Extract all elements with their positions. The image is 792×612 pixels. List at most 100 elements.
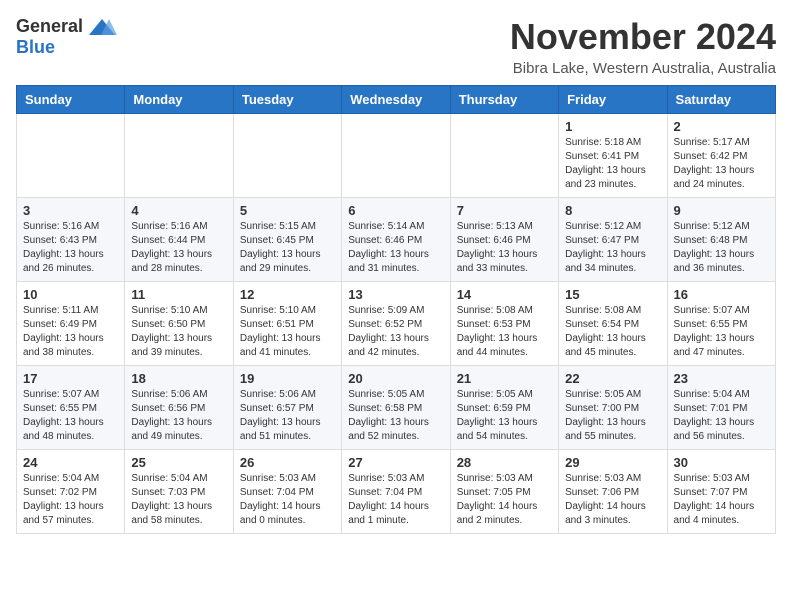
calendar-cell: 15 Sunrise: 5:08 AM Sunset: 6:54 PM Dayli… <box>559 282 667 366</box>
title-area: November 2024 Bibra Lake, Western Austra… <box>510 16 776 77</box>
calendar-cell <box>125 114 233 198</box>
day-number: 19 <box>240 371 335 386</box>
day-number: 25 <box>131 455 226 470</box>
day-number: 9 <box>674 203 769 218</box>
calendar-week-row: 1 Sunrise: 5:18 AM Sunset: 6:41 PM Daylig… <box>17 114 776 198</box>
day-number: 20 <box>348 371 443 386</box>
day-info: Sunrise: 5:03 AM Sunset: 7:05 PM Dayligh… <box>457 472 552 528</box>
day-info: Sunrise: 5:12 AM Sunset: 6:47 PM Dayligh… <box>565 220 660 276</box>
weekday-header-cell: Saturday <box>667 86 775 114</box>
day-info: Sunrise: 5:13 AM Sunset: 6:46 PM Dayligh… <box>457 220 552 276</box>
day-info: Sunrise: 5:18 AM Sunset: 6:41 PM Dayligh… <box>565 136 660 192</box>
weekday-header-cell: Friday <box>559 86 667 114</box>
calendar-cell: 25 Sunrise: 5:04 AM Sunset: 7:03 PM Dayli… <box>125 450 233 534</box>
day-info: Sunrise: 5:04 AM Sunset: 7:01 PM Dayligh… <box>674 388 769 444</box>
calendar-cell: 1 Sunrise: 5:18 AM Sunset: 6:41 PM Daylig… <box>559 114 667 198</box>
day-info: Sunrise: 5:08 AM Sunset: 6:53 PM Dayligh… <box>457 304 552 360</box>
calendar-cell: 3 Sunrise: 5:16 AM Sunset: 6:43 PM Daylig… <box>17 198 125 282</box>
logo-blue-text: Blue <box>16 37 55 58</box>
day-number: 18 <box>131 371 226 386</box>
day-info: Sunrise: 5:04 AM Sunset: 7:02 PM Dayligh… <box>23 472 118 528</box>
weekday-header-cell: Sunday <box>17 86 125 114</box>
day-number: 1 <box>565 119 660 134</box>
calendar-cell: 17Sunrise: 5:07 AM Sunset: 6:55 PM Dayli… <box>17 366 125 450</box>
weekday-header-row: SundayMondayTuesdayWednesdayThursdayFrid… <box>17 86 776 114</box>
day-number: 12 <box>240 287 335 302</box>
day-info: Sunrise: 5:05 AM Sunset: 6:59 PM Dayligh… <box>457 388 552 444</box>
day-info: Sunrise: 5:16 AM Sunset: 6:44 PM Dayligh… <box>131 220 226 276</box>
calendar-cell: 9 Sunrise: 5:12 AM Sunset: 6:48 PM Daylig… <box>667 198 775 282</box>
calendar-cell: 6Sunrise: 5:14 AM Sunset: 6:46 PM Daylig… <box>342 198 450 282</box>
calendar-week-row: 10Sunrise: 5:11 AM Sunset: 6:49 PM Dayli… <box>17 282 776 366</box>
calendar-cell: 23Sunrise: 5:04 AM Sunset: 7:01 PM Dayli… <box>667 366 775 450</box>
day-info: Sunrise: 5:05 AM Sunset: 7:00 PM Dayligh… <box>565 388 660 444</box>
calendar-cell: 4 Sunrise: 5:16 AM Sunset: 6:44 PM Daylig… <box>125 198 233 282</box>
calendar-cell: 13Sunrise: 5:09 AM Sunset: 6:52 PM Dayli… <box>342 282 450 366</box>
calendar-cell: 16 Sunrise: 5:07 AM Sunset: 6:55 PM Dayli… <box>667 282 775 366</box>
day-number: 10 <box>23 287 118 302</box>
calendar-cell: 27 Sunrise: 5:03 AM Sunset: 7:04 PM Dayli… <box>342 450 450 534</box>
weekday-header-cell: Thursday <box>450 86 558 114</box>
calendar-body: 1 Sunrise: 5:18 AM Sunset: 6:41 PM Daylig… <box>17 114 776 534</box>
calendar-cell <box>17 114 125 198</box>
day-info: Sunrise: 5:06 AM Sunset: 6:57 PM Dayligh… <box>240 388 335 444</box>
calendar-week-row: 3 Sunrise: 5:16 AM Sunset: 6:43 PM Daylig… <box>17 198 776 282</box>
day-number: 2 <box>674 119 769 134</box>
logo-general-text: General <box>16 16 83 37</box>
calendar-table: SundayMondayTuesdayWednesdayThursdayFrid… <box>16 85 776 534</box>
day-info: Sunrise: 5:03 AM Sunset: 7:06 PM Dayligh… <box>565 472 660 528</box>
day-number: 3 <box>23 203 118 218</box>
weekday-header-cell: Monday <box>125 86 233 114</box>
calendar-cell: 14Sunrise: 5:08 AM Sunset: 6:53 PM Dayli… <box>450 282 558 366</box>
header: General Blue November 2024 Bibra Lake, W… <box>16 16 776 77</box>
calendar-cell: 21 Sunrise: 5:05 AM Sunset: 6:59 PM Dayli… <box>450 366 558 450</box>
calendar-cell: 30Sunrise: 5:03 AM Sunset: 7:07 PM Dayli… <box>667 450 775 534</box>
day-number: 11 <box>131 287 226 302</box>
day-info: Sunrise: 5:12 AM Sunset: 6:48 PM Dayligh… <box>674 220 769 276</box>
day-info: Sunrise: 5:04 AM Sunset: 7:03 PM Dayligh… <box>131 472 226 528</box>
day-number: 21 <box>457 371 552 386</box>
calendar-week-row: 17Sunrise: 5:07 AM Sunset: 6:55 PM Dayli… <box>17 366 776 450</box>
day-info: Sunrise: 5:07 AM Sunset: 6:55 PM Dayligh… <box>23 388 118 444</box>
logo-icon <box>87 17 117 37</box>
calendar-week-row: 24 Sunrise: 5:04 AM Sunset: 7:02 PM Dayli… <box>17 450 776 534</box>
day-number: 22 <box>565 371 660 386</box>
day-number: 5 <box>240 203 335 218</box>
day-info: Sunrise: 5:07 AM Sunset: 6:55 PM Dayligh… <box>674 304 769 360</box>
day-number: 24 <box>23 455 118 470</box>
day-info: Sunrise: 5:08 AM Sunset: 6:54 PM Dayligh… <box>565 304 660 360</box>
day-number: 16 <box>674 287 769 302</box>
day-info: Sunrise: 5:16 AM Sunset: 6:43 PM Dayligh… <box>23 220 118 276</box>
day-info: Sunrise: 5:05 AM Sunset: 6:58 PM Dayligh… <box>348 388 443 444</box>
day-number: 28 <box>457 455 552 470</box>
logo: General Blue <box>16 16 117 58</box>
month-title: November 2024 <box>510 16 776 58</box>
day-number: 7 <box>457 203 552 218</box>
calendar-cell: 7 Sunrise: 5:13 AM Sunset: 6:46 PM Daylig… <box>450 198 558 282</box>
calendar-cell: 20 Sunrise: 5:05 AM Sunset: 6:58 PM Dayli… <box>342 366 450 450</box>
day-info: Sunrise: 5:09 AM Sunset: 6:52 PM Dayligh… <box>348 304 443 360</box>
calendar-cell: 10Sunrise: 5:11 AM Sunset: 6:49 PM Dayli… <box>17 282 125 366</box>
day-info: Sunrise: 5:03 AM Sunset: 7:04 PM Dayligh… <box>240 472 335 528</box>
day-info: Sunrise: 5:15 AM Sunset: 6:45 PM Dayligh… <box>240 220 335 276</box>
calendar-cell: 29Sunrise: 5:03 AM Sunset: 7:06 PM Dayli… <box>559 450 667 534</box>
calendar-cell: 12Sunrise: 5:10 AM Sunset: 6:51 PM Dayli… <box>233 282 341 366</box>
calendar-cell: 11Sunrise: 5:10 AM Sunset: 6:50 PM Dayli… <box>125 282 233 366</box>
calendar-cell <box>233 114 341 198</box>
day-number: 15 <box>565 287 660 302</box>
calendar-cell: 26Sunrise: 5:03 AM Sunset: 7:04 PM Dayli… <box>233 450 341 534</box>
day-number: 6 <box>348 203 443 218</box>
calendar-cell: 24 Sunrise: 5:04 AM Sunset: 7:02 PM Dayli… <box>17 450 125 534</box>
calendar-cell: 22 Sunrise: 5:05 AM Sunset: 7:00 PM Dayli… <box>559 366 667 450</box>
calendar-cell: 19 Sunrise: 5:06 AM Sunset: 6:57 PM Dayli… <box>233 366 341 450</box>
day-number: 27 <box>348 455 443 470</box>
calendar-cell <box>342 114 450 198</box>
day-number: 8 <box>565 203 660 218</box>
location-title: Bibra Lake, Western Australia, Australia <box>510 60 776 77</box>
day-info: Sunrise: 5:03 AM Sunset: 7:04 PM Dayligh… <box>348 472 443 528</box>
day-number: 4 <box>131 203 226 218</box>
calendar-cell: 28 Sunrise: 5:03 AM Sunset: 7:05 PM Dayli… <box>450 450 558 534</box>
weekday-header-cell: Tuesday <box>233 86 341 114</box>
day-number: 30 <box>674 455 769 470</box>
weekday-header-cell: Wednesday <box>342 86 450 114</box>
